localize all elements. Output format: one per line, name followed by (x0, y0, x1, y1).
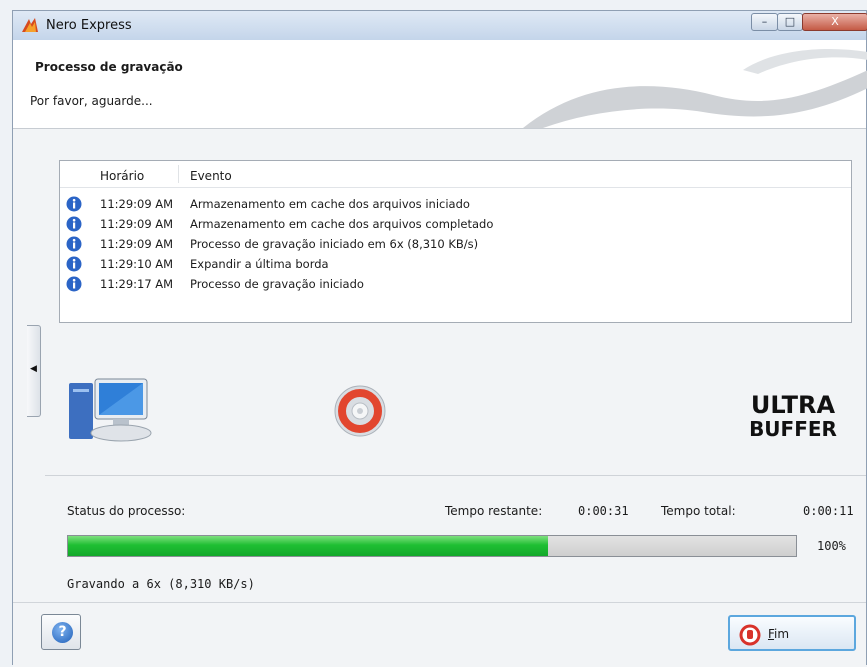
log-time: 11:29:09 AM (100, 237, 174, 251)
column-header-time[interactable]: Horário (100, 169, 144, 183)
log-row[interactable]: 11:29:09 AM Processo de gravação iniciad… (60, 234, 851, 254)
wizard-header: Processo de gravação Por favor, aguarde.… (13, 40, 867, 129)
total-time-label: Tempo total: (661, 504, 736, 518)
log-row[interactable]: 11:29:09 AM Armazenamento em cache dos a… (60, 214, 851, 234)
log-row[interactable]: 11:29:09 AM Armazenamento em cache dos a… (60, 194, 851, 214)
header-swoosh-graphic (523, 49, 867, 128)
info-icon (66, 236, 82, 252)
stop-hand-icon (739, 624, 761, 646)
arrow-left-icon: ◀ (30, 364, 37, 374)
nero-express-window: Nero Express – □ X Processo de gravação … (12, 10, 867, 667)
minimize-button[interactable]: – (751, 13, 778, 31)
log-event: Armazenamento em cache dos arquivos comp… (190, 217, 494, 231)
burn-progress-content: Horário Evento 11:29:09 AM Armazenamento… (13, 129, 866, 602)
progress-percent: 100% (817, 539, 846, 553)
title-bar[interactable]: Nero Express – □ X (13, 11, 867, 41)
log-row[interactable]: 11:29:10 AM Expandir a última borda (60, 254, 851, 274)
time-remaining-value: 0:00:31 (578, 504, 629, 518)
log-time: 11:29:09 AM (100, 217, 174, 231)
page-title: Processo de gravação (35, 60, 183, 74)
close-button[interactable]: X (802, 13, 867, 31)
log-row[interactable]: 11:29:17 AM Processo de gravação iniciad… (60, 274, 851, 294)
logo-text-bottom: BUFFER (749, 417, 837, 441)
process-status-label: Status do processo: (67, 504, 186, 518)
column-header-event[interactable]: Evento (190, 169, 232, 183)
nero-flame-icon (22, 18, 38, 32)
page-subtitle: Por favor, aguarde... (30, 94, 153, 108)
burn-status-message: Gravando a 6x (8,310 KB/s) (67, 577, 255, 591)
total-time-value: 0:00:11 (803, 504, 854, 518)
info-icon (66, 196, 82, 212)
info-icon (66, 216, 82, 232)
help-question-icon: ? (52, 622, 73, 643)
time-remaining-label: Tempo restante: (445, 504, 543, 518)
info-icon (66, 276, 82, 292)
section-divider (45, 475, 866, 476)
log-time: 11:29:17 AM (100, 277, 174, 291)
bottom-button-bar: ? Fim (13, 602, 866, 667)
log-time: 11:29:09 AM (100, 197, 174, 211)
computer-icon (69, 378, 152, 442)
logo-text-top: ULTRA (751, 391, 836, 419)
log-event: Processo de gravação iniciado (190, 277, 364, 291)
ultra-buffer-logo: ULTRA BUFFER (741, 389, 845, 441)
column-separator (178, 165, 179, 183)
log-header-row: Horário Evento (60, 161, 851, 188)
log-event: Processo de gravação iniciado em 6x (8,3… (190, 237, 479, 251)
log-event: Expandir a última borda (190, 257, 329, 271)
window-title: Nero Express (46, 18, 132, 33)
log-time: 11:29:10 AM (100, 257, 174, 271)
progress-fill (68, 536, 549, 556)
burn-progress-bar (67, 535, 797, 557)
info-icon (66, 256, 82, 272)
help-button[interactable]: ? (41, 614, 81, 650)
event-log-table[interactable]: Horário Evento 11:29:09 AM Armazenamento… (59, 160, 852, 323)
end-button[interactable]: Fim (728, 615, 856, 651)
collapse-panel-tab[interactable]: ◀ (27, 325, 41, 417)
log-event: Armazenamento em cache dos arquivos inic… (190, 197, 470, 211)
maximize-button[interactable]: □ (777, 13, 803, 31)
disc-burning-icon (334, 385, 386, 437)
end-button-label: Fim (768, 627, 790, 641)
